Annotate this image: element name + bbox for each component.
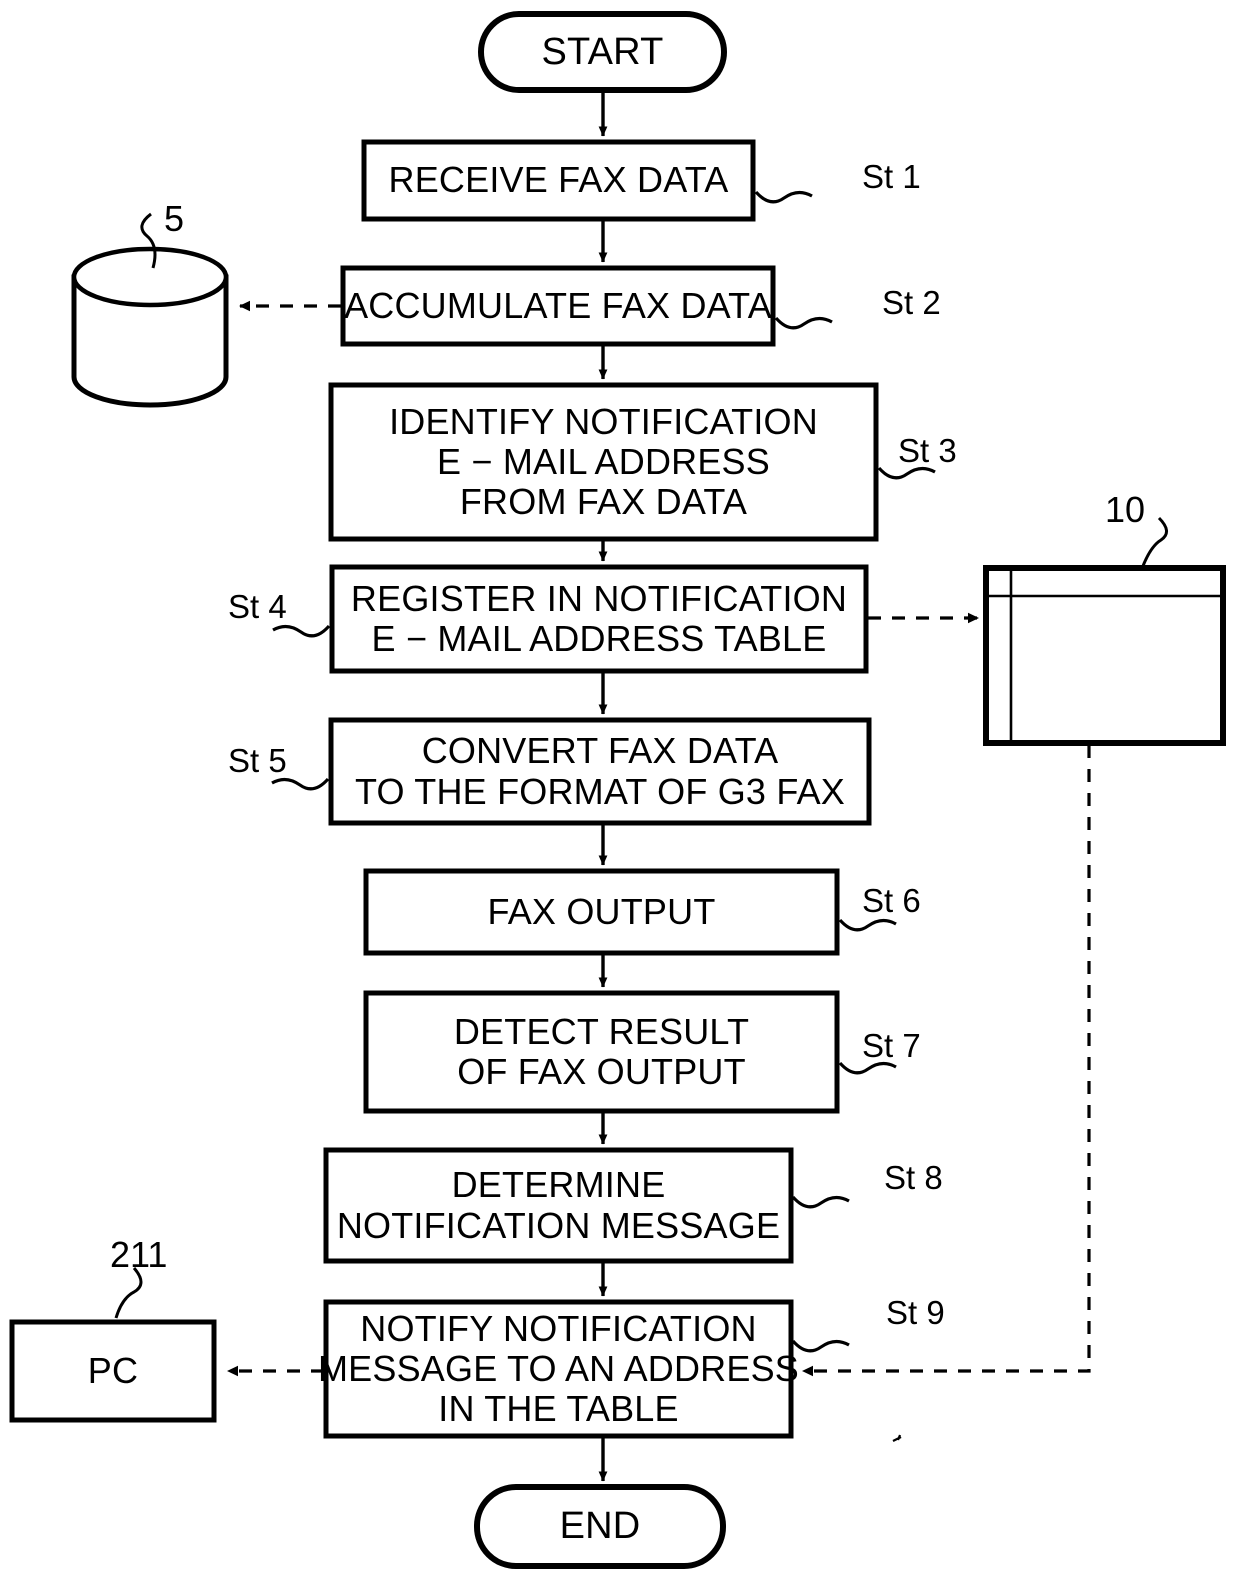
step-box-st5 bbox=[328, 717, 872, 826]
step-leader-st4 bbox=[272, 624, 331, 638]
step-leader-st2 bbox=[774, 316, 833, 330]
end-terminator bbox=[474, 1484, 726, 1569]
scan-artifact-tick bbox=[892, 1434, 902, 1442]
step-leader-st9 bbox=[791, 1339, 850, 1353]
start-terminator bbox=[478, 11, 727, 93]
step-ref-st4: St 4 bbox=[228, 588, 287, 625]
flowchart-vector-layer bbox=[9, 11, 1226, 1569]
step-leader-st6 bbox=[838, 918, 897, 932]
step-ref-st9: St 9 bbox=[886, 1294, 945, 1331]
step-ref-st6: St 6 bbox=[862, 882, 921, 919]
table-ref-number: 10 bbox=[1105, 489, 1146, 530]
step-ref-st3: St 3 bbox=[898, 432, 957, 469]
step-box-st7 bbox=[363, 990, 840, 1114]
pc-box bbox=[9, 1319, 217, 1423]
flowchart-canvas: START END RECEIVE FAX DATA St 1 ACCUMULA… bbox=[0, 0, 1240, 1588]
step-box-st1 bbox=[361, 139, 756, 222]
step-ref-st2: St 2 bbox=[882, 284, 941, 321]
dashed-table-to-st9 bbox=[802, 745, 1091, 1377]
step-box-st8 bbox=[323, 1147, 794, 1264]
step-box-st6 bbox=[363, 868, 840, 956]
table-element-outline bbox=[983, 565, 1226, 746]
step-ref-st1: St 1 bbox=[862, 158, 921, 195]
table-ref-leader bbox=[1141, 516, 1168, 567]
step-box-st2 bbox=[340, 265, 776, 347]
step-ref-st5: St 5 bbox=[228, 742, 287, 779]
step-leader-st1 bbox=[754, 190, 813, 204]
step-leader-st8 bbox=[791, 1195, 850, 1209]
step-box-st4 bbox=[329, 564, 869, 674]
step-ref-st7: St 7 bbox=[862, 1027, 921, 1064]
step-box-st9 bbox=[323, 1299, 794, 1439]
storage-cylinder-top bbox=[71, 246, 229, 308]
step-ref-st8: St 8 bbox=[884, 1159, 943, 1196]
pc-ref-number: 211 bbox=[110, 1234, 168, 1275]
step-leader-st5 bbox=[271, 777, 330, 791]
storage-ref-number: 5 bbox=[164, 198, 185, 239]
step-box-st3 bbox=[328, 382, 879, 542]
